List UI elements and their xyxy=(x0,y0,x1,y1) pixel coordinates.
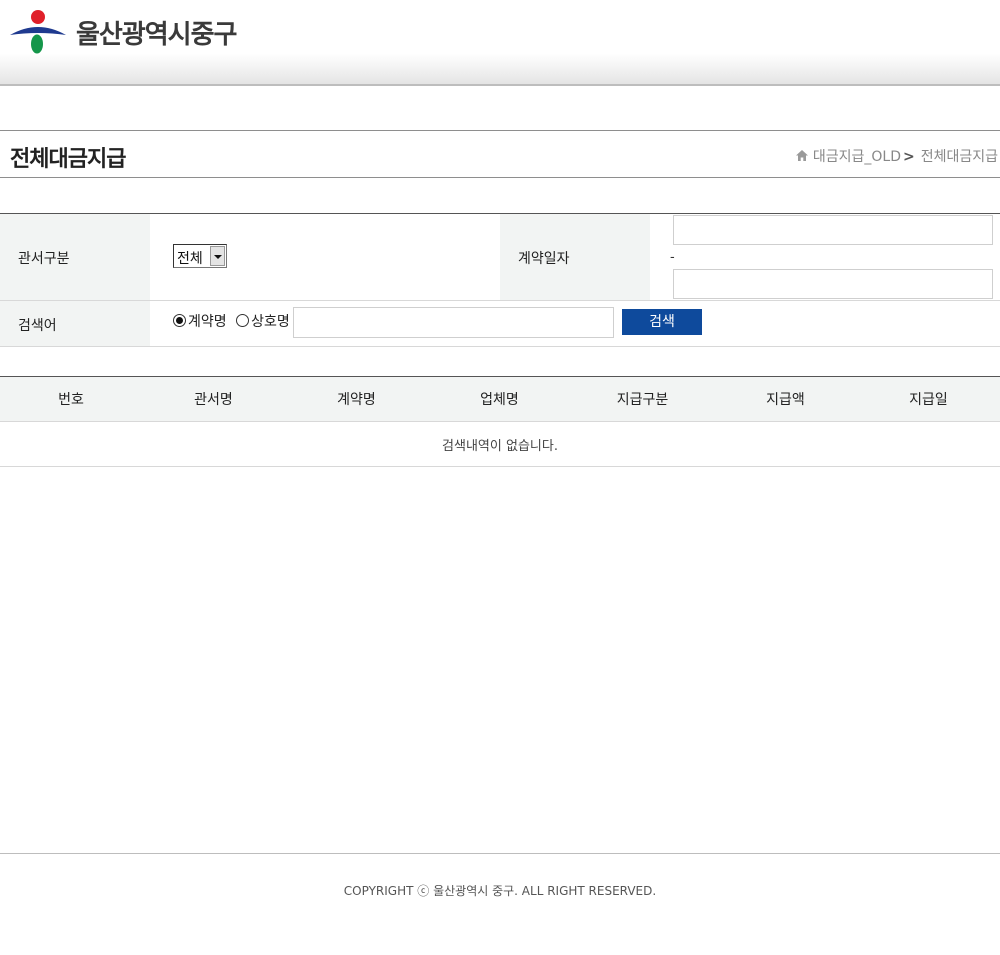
office-select-value: 전체 xyxy=(177,251,203,267)
chevron-down-icon[interactable] xyxy=(210,246,225,266)
contract-date-label-cell: 계약일자 xyxy=(500,214,650,300)
search-type-radio-group: 계약명 상호명 xyxy=(173,311,295,331)
home-icon[interactable] xyxy=(795,149,809,162)
keyword-label: 검색어 xyxy=(18,318,57,334)
keyword-input[interactable] xyxy=(293,307,614,338)
site-name[interactable]: 울산광역시중구 xyxy=(76,14,237,51)
logo-icon[interactable] xyxy=(10,9,68,55)
radio-contract-name-label: 계약명 xyxy=(188,314,227,330)
radio-unchecked-icon[interactable] xyxy=(236,314,250,327)
column-header-number: 번호 xyxy=(0,376,142,422)
office-label-cell: 관서구분 xyxy=(0,214,150,300)
radio-company-name-label: 상호명 xyxy=(251,314,290,330)
column-header-payment-amount: 지급액 xyxy=(714,376,857,422)
radio-checked-icon[interactable] xyxy=(173,314,186,327)
table-row: 검색내역이 없습니다. xyxy=(0,421,1000,467)
breadcrumb-current[interactable]: 전체대금지급 xyxy=(921,149,998,165)
breadcrumb-parent[interactable]: 대금지급_OLD xyxy=(813,149,901,165)
column-header-contract: 계약명 xyxy=(285,376,428,422)
contract-date-label: 계약일자 xyxy=(518,251,570,267)
column-header-office: 관서명 xyxy=(142,376,285,422)
office-select[interactable]: 전체 xyxy=(173,244,227,268)
search-form: 관서구분 전체 계약일자 - 검색어 계약명 상호명 검색 xyxy=(0,213,1000,347)
keyword-label-cell: 검색어 xyxy=(0,301,150,346)
results-table: 번호 관서명 계약명 업체명 지급구분 지급액 지급일 검색내역이 없습니다. xyxy=(0,376,1000,467)
column-header-payment-date: 지급일 xyxy=(857,376,1000,422)
breadcrumb-separator: > xyxy=(902,149,915,165)
empty-message: 검색내역이 없습니다. xyxy=(0,421,1000,467)
office-label: 관서구분 xyxy=(18,251,70,267)
radio-company-name[interactable]: 상호명 xyxy=(236,311,290,331)
column-header-payment-type: 지급구분 xyxy=(571,376,714,422)
header-divider xyxy=(0,84,1000,86)
search-row-keyword: 검색어 계약명 상호명 검색 xyxy=(0,301,1000,346)
date-start-input[interactable] xyxy=(673,215,993,245)
breadcrumb: 대금지급_OLD > 전체대금지급 xyxy=(795,146,998,166)
search-row-office-date: 관서구분 전체 계약일자 - xyxy=(0,214,1000,301)
radio-contract-name[interactable]: 계약명 xyxy=(173,311,227,331)
footer: COPYRIGHT ⓒ 울산광역시 중구. ALL RIGHT RESERVED… xyxy=(0,853,1000,955)
site-header: 울산광역시중구 xyxy=(0,0,1000,86)
search-button[interactable]: 검색 xyxy=(622,309,702,335)
page-title: 전체대금지급 xyxy=(10,147,126,172)
title-bar: 전체대금지급 대금지급_OLD > 전체대금지급 xyxy=(0,130,1000,178)
table-header-row: 번호 관서명 계약명 업체명 지급구분 지급액 지급일 xyxy=(0,376,1000,422)
column-header-company: 업체명 xyxy=(428,376,571,422)
date-end-input[interactable] xyxy=(673,269,993,299)
copyright-text: COPYRIGHT ⓒ 울산광역시 중구. ALL RIGHT RESERVED… xyxy=(343,884,657,898)
date-separator: - xyxy=(670,250,675,265)
